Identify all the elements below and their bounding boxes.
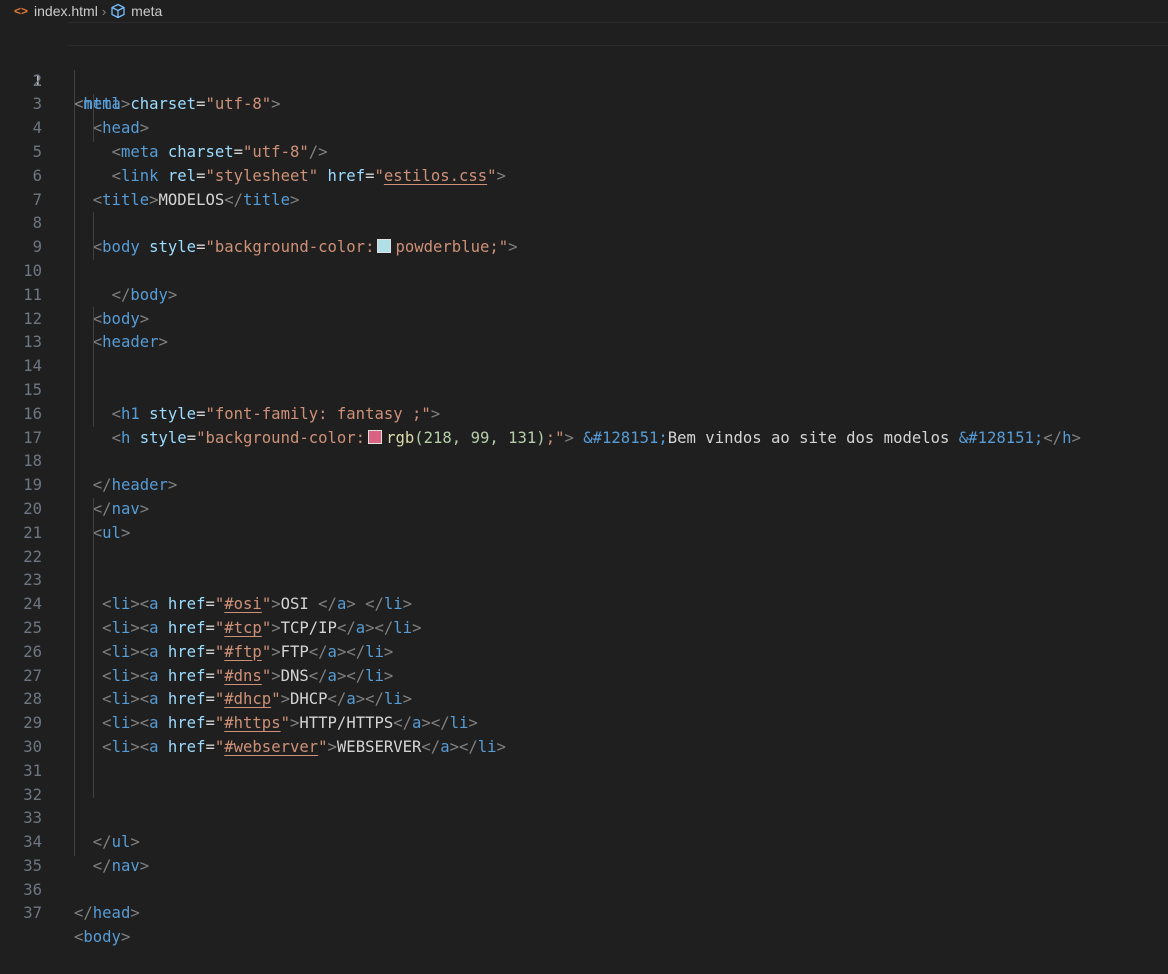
code-line[interactable]: 34 </nav> [0, 807, 1168, 875]
indent-guide [93, 94, 94, 142]
code-line[interactable]: 20 <ul> [0, 474, 1168, 542]
code-line[interactable]: 5 <link rel="stylesheet" href="estilos.c… [0, 117, 1168, 185]
code-line[interactable]: 36 </head> [0, 855, 1168, 923]
code-line[interactable]: 18 </header> [0, 427, 1168, 494]
code-line[interactable]: 6 <title>MODELOS</title> [0, 141, 1168, 209]
code-line[interactable]: 4 <meta charset="utf-8"/> [0, 93, 1168, 161]
code-line[interactable]: 33 </ul> [0, 784, 1168, 851]
indent-guide [93, 307, 94, 427]
code-line[interactable]: 26 <li><a href="#dns">DNS</a></li> [0, 617, 1168, 685]
code-line[interactable]: 21 [0, 498, 1168, 542]
indent-guide [93, 212, 94, 260]
code-line[interactable]: 27 <li><a href="#dhcp">DHCP</a></li> [0, 641, 1168, 709]
code-line[interactable]: 19 </nav> [0, 450, 1168, 518]
indent-guide [74, 70, 75, 856]
code-line[interactable]: 32 [0, 760, 1168, 804]
code-line[interactable]: 15 <h1 style="font-family: fantasy ;"> [0, 355, 1168, 423]
indent-guide [93, 498, 94, 798]
code-line[interactable]: 28 <li><a href="#https">HTTP/HTTPS</a></… [0, 665, 1168, 732]
code-line[interactable]: 11 <body> [0, 260, 1168, 328]
code-line[interactable]: 24 <li><a href="#tcp">TCP/IP</a></li> [0, 569, 1168, 637]
code-line[interactable]: 12 <header> [0, 284, 1168, 352]
code-editor[interactable]: 1 <meta charset="utf-8"> 2 <html> 3 <hea… [0, 22, 1168, 946]
code-line[interactable]: 2 <html> [0, 46, 1168, 114]
code-line[interactable]: 7 [0, 165, 1168, 209]
code-line[interactable]: 23 <li><a href="#osi">OSI </a> </li> [0, 546, 1168, 613]
breadcrumb: <> index.html › meta [0, 0, 1168, 22]
code-line[interactable]: 1 <meta charset="utf-8"> [0, 22, 1168, 113]
code-line[interactable]: 16 <h style="background-color: rgb(218, 9… [0, 379, 1168, 447]
code-line[interactable]: 25 <li><a href="#ftp">FTP</a></li> [0, 593, 1168, 661]
html-file-icon: <> [14, 4, 29, 18]
symbol-cube-icon [110, 3, 126, 19]
line-number: 37 [23, 904, 42, 923]
code-line[interactable]: 22 [0, 522, 1168, 566]
code-line[interactable]: 31 [0, 736, 1168, 780]
code-line[interactable]: 29 <li><a href="#webserver">WEBSERVER</a… [0, 688, 1168, 756]
code-line[interactable]: 35 [0, 831, 1168, 875]
code-line[interactable]: 30 [0, 712, 1168, 756]
chevron-right-icon: › [101, 3, 107, 19]
code-line[interactable]: 9 [0, 212, 1168, 256]
breadcrumb-symbol[interactable]: meta [131, 3, 162, 19]
code-line[interactable]: 3 <head> [0, 70, 1168, 137]
code-line[interactable]: 13 [0, 308, 1168, 351]
breadcrumb-file[interactable]: index.html [34, 3, 98, 19]
code-line[interactable]: 17 [0, 403, 1168, 447]
code-line[interactable]: 10 </body> [0, 236, 1168, 304]
code-line[interactable]: 37 <body> [0, 879, 1168, 946]
code-line[interactable]: 8 <body style="background-color: powderbl… [0, 189, 1168, 256]
code-line[interactable]: 14 [0, 331, 1168, 375]
